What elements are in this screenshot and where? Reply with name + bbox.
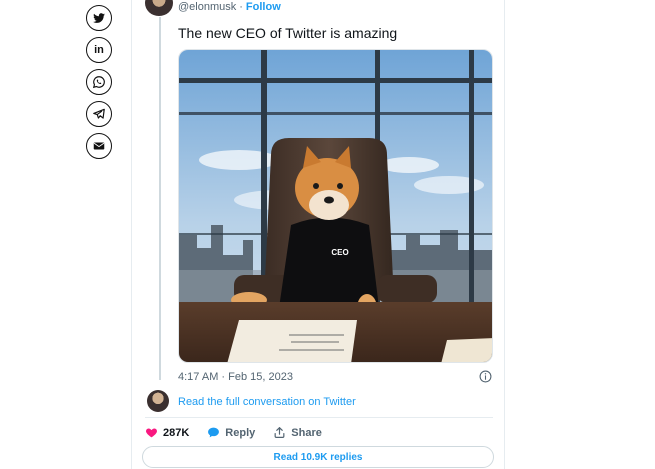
like-button[interactable]: 287K — [145, 426, 189, 439]
heart-icon — [146, 428, 157, 438]
linkedin-share-button[interactable]: in — [86, 37, 112, 63]
dog-ceo-illustration: CEO — [179, 50, 492, 362]
separator: · — [239, 1, 243, 13]
tweet-timestamp[interactable]: 4:17 AM · Feb 15, 2023 — [178, 371, 293, 383]
share-button[interactable]: Share — [273, 426, 322, 439]
share-icon — [274, 427, 285, 438]
twitter-share-button[interactable] — [86, 5, 112, 31]
email-icon — [93, 142, 105, 150]
reply-label: Reply — [225, 426, 256, 439]
tweet-photo[interactable]: CEO — [178, 49, 493, 363]
follow-link[interactable]: Follow — [246, 1, 281, 13]
read-conversation-link[interactable]: Read the full conversation on Twitter — [178, 396, 356, 408]
thread-line — [159, 17, 161, 380]
divider — [145, 417, 493, 418]
tweet-actions: 287K Reply Share — [145, 426, 340, 439]
avatar[interactable] — [147, 390, 169, 412]
author-row: @elonmusk · Follow — [178, 1, 281, 13]
email-share-button[interactable] — [86, 133, 112, 159]
whatsapp-share-button[interactable] — [86, 69, 112, 95]
whatsapp-icon — [92, 76, 105, 89]
reply-button[interactable]: Reply — [207, 426, 255, 439]
tweet-text: The new CEO of Twitter is amazing — [178, 25, 398, 41]
like-count: 287K — [163, 426, 190, 439]
hoodie-caption: CEO — [331, 248, 348, 257]
telegram-icon — [93, 108, 105, 119]
info-icon[interactable] — [479, 370, 492, 383]
author-handle[interactable]: @elonmusk — [178, 1, 236, 13]
read-replies-button[interactable]: Read 10.9K replies — [142, 446, 494, 468]
reply-bubble-icon — [208, 427, 220, 438]
telegram-share-button[interactable] — [86, 101, 112, 127]
twitter-icon — [93, 13, 105, 23]
linkedin-icon: in — [94, 44, 104, 56]
share-label: Share — [291, 426, 322, 439]
